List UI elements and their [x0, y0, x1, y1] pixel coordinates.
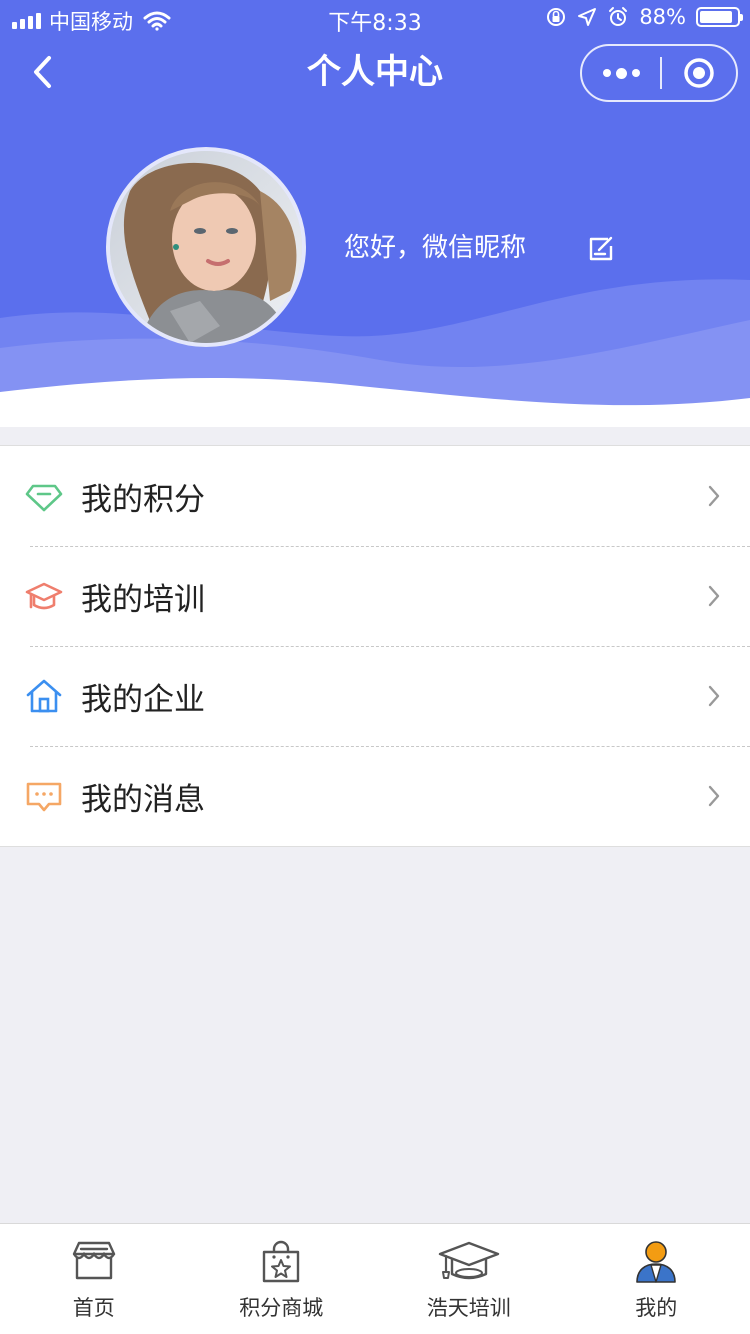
graduation-cap-icon [25, 582, 63, 610]
edit-note-icon[interactable] [586, 233, 616, 263]
close-button[interactable] [662, 46, 736, 100]
tab-points-mall[interactable]: 积分商城 [188, 1224, 376, 1334]
tab-haotian-training[interactable]: 浩天培训 [375, 1224, 563, 1334]
status-bar: 中国移动 下午8:33 88% [0, 0, 750, 40]
alarm-icon [609, 7, 628, 26]
shopping-bag-star-icon [263, 1240, 300, 1283]
location-arrow-icon [578, 8, 597, 26]
greeting-text: 您好，微信昵称 [344, 233, 527, 263]
chevron-right-icon [708, 485, 720, 507]
menu-item-enterprise[interactable]: 我的企业 [0, 646, 750, 746]
menu-item-label: 我的培训 [81, 581, 205, 618]
tab-label: 浩天培训 [426, 1296, 511, 1320]
menu-item-training[interactable]: 我的培训 [0, 546, 750, 646]
message-bubble-icon [26, 782, 62, 812]
avatar[interactable] [106, 147, 306, 347]
tab-home[interactable]: 首页 [0, 1224, 188, 1334]
tab-bar: 首页 积分商城 浩天培训 我的 [0, 1223, 750, 1334]
mini-program-capsule [580, 44, 738, 102]
battery-percent: 88% [639, 5, 686, 29]
user-avatar-photo [110, 151, 302, 343]
graduation-cap-icon [438, 1241, 499, 1280]
menu-item-label: 我的消息 [81, 781, 205, 818]
menu-item-label: 我的积分 [81, 481, 205, 518]
chevron-right-icon [708, 785, 720, 807]
target-close-icon [684, 58, 714, 88]
house-icon [26, 679, 62, 713]
rotation-lock-icon [547, 8, 566, 26]
tab-label: 首页 [72, 1296, 115, 1320]
more-button[interactable] [582, 46, 660, 100]
profile-menu: 我的积分 我的培训 我的企业 我的消息 [0, 445, 750, 847]
chevron-right-icon [708, 685, 720, 707]
chevron-right-icon [708, 585, 720, 607]
tab-label: 积分商城 [239, 1296, 324, 1320]
tab-label: 我的 [635, 1296, 678, 1320]
battery-icon [696, 7, 743, 27]
diamond-icon [25, 484, 63, 512]
tab-mine[interactable]: 我的 [563, 1224, 750, 1334]
store-icon [72, 1241, 115, 1280]
menu-item-points[interactable]: 我的积分 [0, 446, 750, 546]
profile-header: 中国移动 下午8:33 88% 个人中心 您好，微信昵称 [0, 0, 750, 427]
menu-item-messages[interactable]: 我的消息 [0, 746, 750, 846]
person-icon [636, 1241, 677, 1283]
menu-item-label: 我的企业 [81, 681, 205, 718]
